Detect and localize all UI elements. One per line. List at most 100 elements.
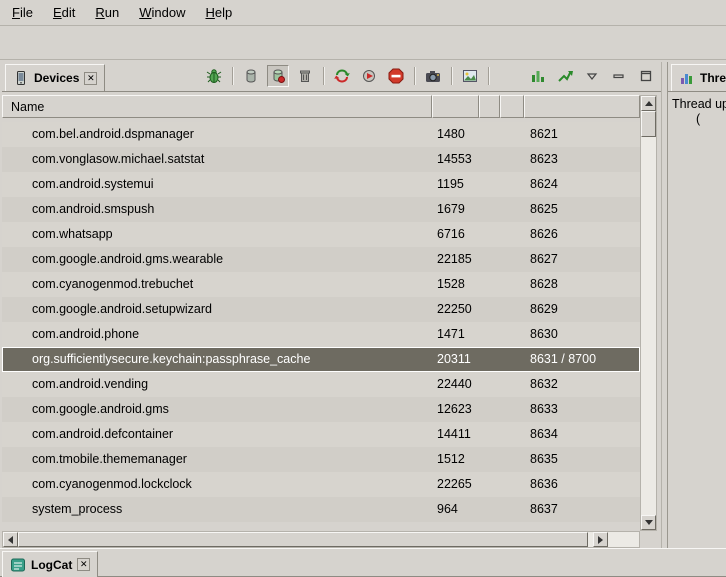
menu-file[interactable]: File [2, 2, 43, 23]
process-name: com.google.android.gms [32, 402, 169, 416]
process-row[interactable]: com.google.android.setupwizard222508629 [2, 297, 640, 322]
toolbar-separator [323, 67, 324, 85]
bottom-tab-strip: LogCat ✕ [0, 548, 726, 577]
process-port: 8628 [530, 277, 558, 291]
threads-message-line2: ( [668, 112, 726, 127]
screenshot-gallery-icon [462, 68, 478, 84]
process-pid: 1679 [437, 202, 465, 216]
process-name: com.whatsapp [32, 227, 113, 241]
screenshot-gallery-button[interactable] [459, 65, 481, 87]
process-row[interactable]: com.google.android.gms126238633 [2, 397, 640, 422]
menu-edit[interactable]: Edit [43, 2, 85, 23]
maximize-view-button[interactable] [635, 65, 657, 87]
process-pid: 20311 [437, 352, 471, 366]
debug-button[interactable] [203, 65, 225, 87]
scroll-down-button[interactable] [641, 515, 656, 530]
process-row[interactable]: org.sufficientlysecure.keychain:passphra… [2, 347, 640, 372]
devices-tabbar: Devices ✕ [2, 62, 661, 92]
column-header[interactable] [524, 95, 640, 118]
tab-threads[interactable]: Threads [671, 64, 726, 91]
logcat-tab-close-icon[interactable]: ✕ [77, 558, 90, 571]
scroll-up-button[interactable] [641, 96, 656, 111]
scroll-left-button[interactable] [3, 532, 18, 547]
screen-capture-button[interactable] [422, 65, 444, 87]
horizontal-scrollbar-thumb[interactable] [18, 532, 588, 547]
process-name: com.cyanogenmod.trebuchet [32, 277, 193, 291]
table-header: Name [2, 95, 640, 118]
dump-hprof-button[interactable] [267, 65, 289, 87]
stop-process-button[interactable] [385, 65, 407, 87]
process-row[interactable]: com.cyanogenmod.lockclock222658636 [2, 472, 640, 497]
process-row[interactable]: com.google.android.gms.wearable 22185 8627 [2, 247, 640, 272]
vertical-scrollbar-thumb[interactable] [641, 111, 656, 137]
process-row[interactable]: com.whatsapp67168626 [2, 222, 640, 247]
menu-run[interactable]: Run [85, 2, 129, 23]
thread-updates-button[interactable] [527, 65, 549, 87]
process-port: 8637 [530, 502, 558, 516]
update-threads-button[interactable] [331, 65, 353, 87]
process-name: com.android.phone [32, 327, 139, 341]
vertical-scrollbar[interactable] [640, 95, 657, 531]
process-table: com.bel.android.dspmanager14808621com.vo… [2, 122, 640, 522]
scroll-right-button[interactable] [593, 532, 608, 547]
process-pid: 1480 [437, 127, 465, 141]
logcat-tab-icon [10, 557, 26, 573]
menu-window[interactable]: Window [129, 2, 195, 23]
arrow-down-icon [645, 520, 653, 525]
devices-tab-label: Devices [34, 71, 79, 85]
devices-tab-close-icon[interactable]: ✕ [84, 72, 97, 85]
minimize-view-button[interactable] [608, 65, 630, 87]
process-row[interactable]: com.android.smspush16798625 [2, 197, 640, 222]
column-header[interactable] [500, 95, 524, 118]
method-profile-arrow-icon [557, 68, 573, 84]
threads-content: Thread up ( [668, 95, 726, 127]
process-pid: 14411 [437, 427, 471, 441]
threads-tab-icon [679, 70, 695, 86]
column-header-name[interactable]: Name [2, 95, 432, 118]
process-row[interactable]: com.tmobile.thememanager 1512 8635 [2, 447, 640, 472]
cause-gc-button[interactable] [294, 65, 316, 87]
process-pid: 22185 [437, 252, 472, 266]
process-row[interactable]: com.android.vending224408632 [2, 372, 640, 397]
process-port: 8627 [530, 252, 558, 266]
view-menu-button[interactable] [581, 65, 603, 87]
process-row[interactable]: system_process9648637 [2, 497, 640, 522]
tab-devices[interactable]: Devices ✕ [5, 64, 105, 91]
process-pid: 1512 [437, 452, 465, 466]
arrow-up-icon [645, 101, 653, 106]
process-row[interactable]: com.bel.android.dspmanager 1480 8621 [2, 122, 640, 147]
process-pid: 22440 [437, 377, 472, 391]
process-port: 8625 [530, 202, 558, 216]
process-port: 8630 [530, 327, 558, 341]
process-port: 8636 [530, 477, 558, 491]
process-row[interactable]: com.android.systemui11958624 [2, 172, 640, 197]
process-port: 8635 [530, 452, 558, 466]
horizontal-scrollbar[interactable] [2, 531, 640, 548]
tab-logcat[interactable]: LogCat ✕ [2, 551, 98, 577]
maximize-view-icon [638, 68, 654, 84]
process-row[interactable]: com.android.phone 1471 8630 [2, 322, 640, 347]
process-port: 8621 [530, 127, 558, 141]
process-name: com.tmobile.thememanager [32, 452, 187, 466]
process-name: com.google.android.gms.wearable [32, 252, 223, 266]
method-profile-arrow-button[interactable] [554, 65, 576, 87]
process-port: 8632 [530, 377, 558, 391]
update-heap-button[interactable] [240, 65, 262, 87]
process-port: 8631 / 8700 [530, 352, 596, 366]
update-threads-icon [334, 68, 350, 84]
process-row[interactable]: com.cyanogenmod.trebuchet15288628 [2, 272, 640, 297]
column-header[interactable] [432, 95, 479, 118]
process-name: com.bel.android.dspmanager [32, 127, 194, 141]
process-row[interactable]: com.vonglasow.michael.satstat145538623 [2, 147, 640, 172]
process-pid: 14553 [437, 152, 472, 166]
process-port: 8623 [530, 152, 558, 166]
process-row[interactable]: com.android.defcontainer144118634 [2, 422, 640, 447]
process-pid: 1471 [437, 327, 465, 341]
column-header[interactable] [479, 95, 500, 118]
start-method-profiling-button[interactable] [358, 65, 380, 87]
devices-tab-icon [13, 70, 29, 86]
toolbar-separator [232, 67, 233, 85]
scrollbar-corner [640, 531, 657, 548]
process-name: org.sufficientlysecure.keychain:passphra… [32, 352, 310, 366]
menu-help[interactable]: Help [195, 2, 242, 23]
